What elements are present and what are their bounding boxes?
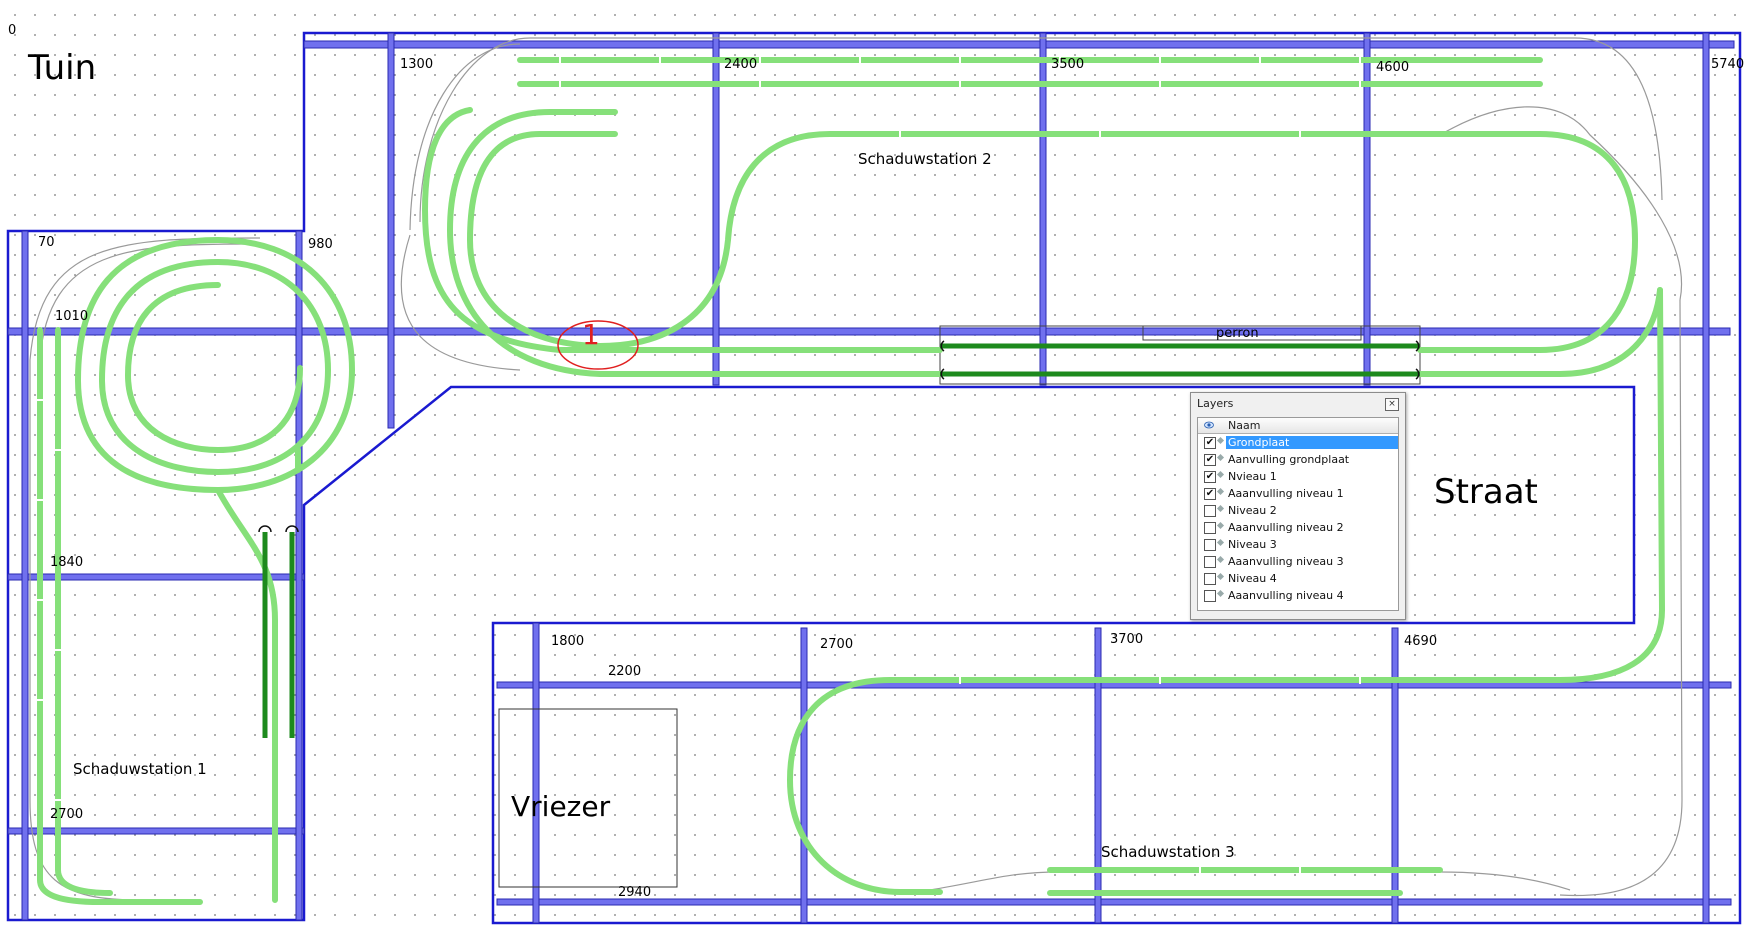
room-label-tuin: Tuin [28,48,97,88]
marker-label: 1 [582,318,600,351]
layer-row[interactable]: Aaanvulling niveau 4 [1198,587,1398,604]
layer-name[interactable]: Niveau 2 [1226,504,1279,517]
dim-top-2400: 2400 [724,57,758,72]
post-3700 [1094,627,1102,924]
layer-row[interactable]: Aaanvulling niveau 3 [1198,553,1398,570]
layer-visibility-checkbox[interactable]: ✔ [1204,454,1216,466]
layer-diamond-icon [1216,538,1225,547]
dim-bottom-2940: 2940 [618,885,652,900]
layer-visibility-checkbox[interactable] [1204,505,1216,517]
origin-label: 0 [8,23,17,38]
layer-visibility-checkbox[interactable] [1204,590,1216,602]
dim-left-2700: 2700 [50,807,84,822]
layers-column-header[interactable]: Naam [1198,418,1398,434]
layer-name[interactable]: Aaanvulling niveau 4 [1226,589,1346,602]
layer-visibility-checkbox[interactable]: ✔ [1204,437,1216,449]
layer-name[interactable]: Aaanvulling niveau 1 [1226,487,1346,500]
layer-name[interactable]: Grondplaat [1226,436,1398,449]
track-ties [36,56,1361,874]
layers-column-name: Naam [1228,419,1261,432]
layer-visibility-checkbox[interactable] [1204,556,1216,568]
dim-bottom-4690: 4690 [1404,634,1438,649]
layer-visibility-checkbox[interactable] [1204,522,1216,534]
dim-left-1010: 1010 [55,309,89,324]
platform-label: perron [1216,326,1259,341]
post-left-outer [21,230,29,921]
eye-icon [1204,421,1214,429]
layer-diamond-icon [1216,487,1225,496]
dim-left-980: 980 [308,237,333,252]
dim-bottom-3700: 3700 [1110,632,1144,647]
layer-row[interactable]: Aaanvulling niveau 2 [1198,519,1398,536]
layer-row[interactable]: ✔ Aaanvulling niveau 1 [1198,485,1398,502]
room-label-vriezer: Vriezer [511,790,611,823]
layer-row[interactable]: ✔ Nvieau 1 [1198,468,1398,485]
station-label-2: Schaduwstation 2 [858,150,992,168]
beam-left-1840 [7,573,305,581]
layer-name[interactable]: Aaanvulling niveau 2 [1226,521,1346,534]
layer-row[interactable]: ✔ Aanvulling grondplaat [1198,451,1398,468]
layer-diamond-icon [1216,470,1225,479]
dim-left-70: 70 [38,235,55,250]
layer-diamond-icon [1216,453,1225,462]
beam-left-2700 [7,827,305,835]
station-label-3: Schaduwstation 3 [1101,843,1235,861]
beam-bottom-lower [496,898,1732,906]
post-left-inner [295,230,303,921]
dim-top-1300: 1300 [400,57,434,72]
layer-visibility-checkbox[interactable]: ✔ [1204,471,1216,483]
dim-left-1840: 1840 [50,555,84,570]
track-green [37,57,1666,905]
layer-row[interactable]: Niveau 3 [1198,536,1398,553]
layer-row[interactable]: Niveau 2 [1198,502,1398,519]
layer-diamond-icon [1216,572,1225,581]
layers-rows: ✔ Grondplaat ✔ Aanvulling grondplaat ✔ Nvieau… [1198,434,1398,604]
dim-bottom-1800: 1800 [551,634,585,649]
layer-name[interactable]: Niveau 4 [1226,572,1279,585]
layer-visibility-checkbox[interactable] [1204,539,1216,551]
layer-name[interactable]: Nvieau 1 [1226,470,1279,483]
layers-list[interactable]: Naam ✔ Grondplaat ✔ Aanvulling grondplaat ✔ N… [1197,417,1399,611]
layer-diamond-icon [1216,521,1225,530]
layer-diamond-icon [1216,589,1225,598]
layer-visibility-checkbox[interactable] [1204,573,1216,585]
close-icon[interactable]: × [1385,398,1399,411]
dim-top-5740: 5740 [1711,57,1744,72]
dim-top-4600: 4600 [1376,60,1410,75]
layer-row[interactable]: Niveau 4 [1198,570,1398,587]
dim-bottom-2200: 2200 [608,664,642,679]
post-1800 [532,622,540,924]
dim-bottom-2700: 2700 [820,637,854,652]
room-label-straat: Straat [1434,472,1538,512]
layer-name[interactable]: Niveau 3 [1226,538,1279,551]
post-1300 [387,32,395,429]
layer-name[interactable]: Aaanvulling niveau 3 [1226,555,1346,568]
post-5740 [1702,32,1710,924]
layer-row[interactable]: ✔ Grondplaat [1198,434,1398,451]
layer-diamond-icon [1216,504,1225,513]
layers-title: Layers [1197,397,1234,410]
post-4690 [1391,627,1399,924]
layers-panel[interactable]: Layers × Naam ✔ Grondplaat ✔ Aanvulling gro… [1190,392,1406,620]
layer-diamond-icon [1216,436,1225,445]
layout-canvas[interactable] [0,0,1744,932]
layer-name[interactable]: Aanvulling grondplaat [1226,453,1351,466]
layer-visibility-checkbox[interactable]: ✔ [1204,488,1216,500]
layer-diamond-icon [1216,555,1225,564]
beam-mid [7,327,1731,336]
dim-top-3500: 3500 [1051,57,1085,72]
post-2700 [800,627,808,924]
station-label-1: Schaduwstation 1 [73,760,207,778]
